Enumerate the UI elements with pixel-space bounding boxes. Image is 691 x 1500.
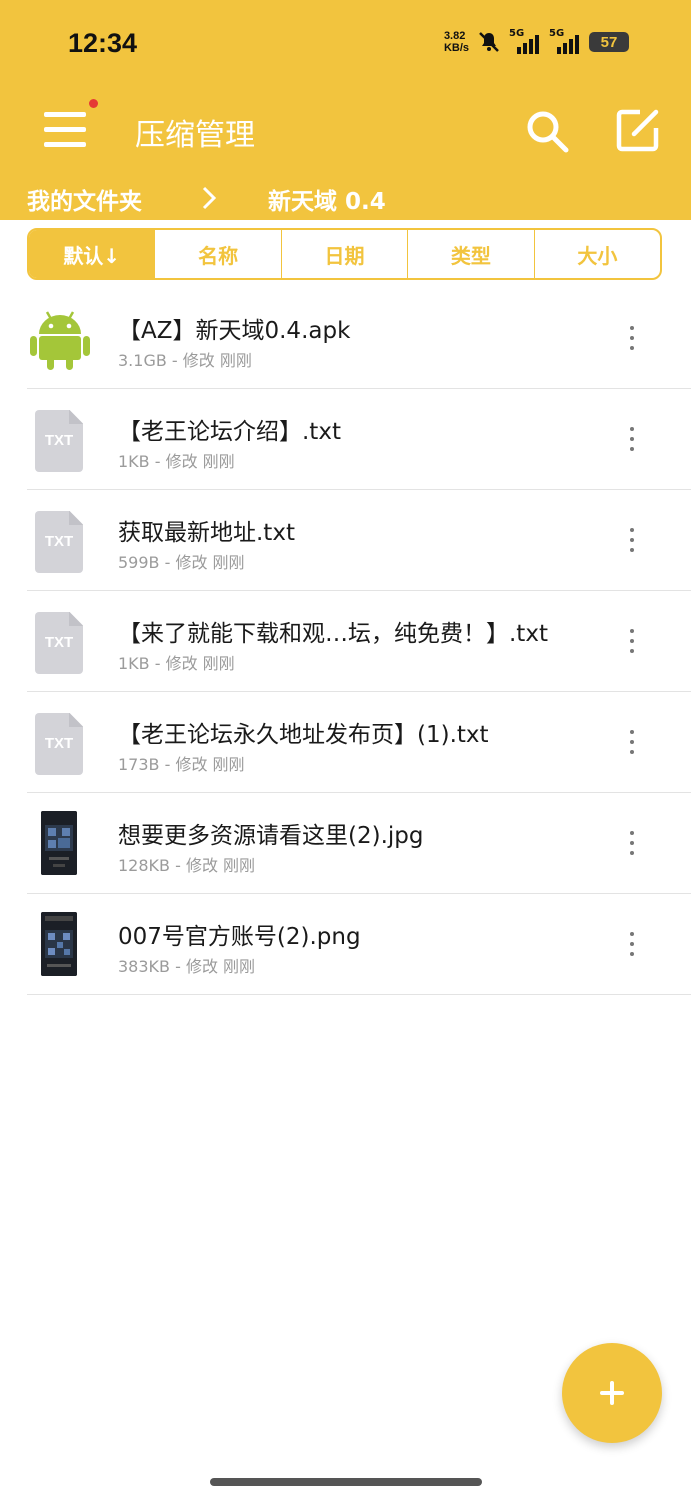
file-row[interactable]: TXT 获取最新地址.txt 599B - 修改 刚刚 bbox=[0, 490, 691, 591]
sort-tab-name[interactable]: 名称 bbox=[155, 230, 282, 278]
battery-icon: 57 bbox=[589, 32, 629, 52]
file-meta: 1KB - 修改 刚刚 bbox=[118, 452, 235, 471]
file-name: 【老王论坛永久地址发布页】(1).txt bbox=[118, 722, 489, 748]
network-speed-unit: KB/s bbox=[443, 42, 469, 54]
signal-sim1-icon: 5G bbox=[509, 28, 541, 54]
home-indicator[interactable] bbox=[210, 1478, 482, 1486]
file-row[interactable]: 【AZ】新天域0.4.apk 3.1GB - 修改 刚刚 bbox=[0, 288, 691, 389]
file-name: 获取最新地址.txt bbox=[118, 520, 295, 546]
file-meta: 1KB - 修改 刚刚 bbox=[118, 654, 235, 673]
txt-file-icon: TXT bbox=[35, 410, 83, 472]
search-icon[interactable] bbox=[524, 108, 570, 154]
breadcrumb-current[interactable]: 新天域 0.4 bbox=[268, 182, 386, 216]
menu-button[interactable] bbox=[44, 99, 98, 152]
more-options-icon[interactable] bbox=[624, 427, 640, 453]
sort-tab-default[interactable]: 默认↓ bbox=[29, 230, 156, 278]
file-name: 007号官方账号(2).png bbox=[118, 924, 361, 950]
more-options-icon[interactable] bbox=[624, 831, 640, 857]
network-speed-value: 3.82 bbox=[443, 30, 466, 42]
edit-icon[interactable] bbox=[616, 108, 660, 152]
mute-bell-icon bbox=[479, 32, 499, 52]
file-row[interactable]: TXT 【老王论坛永久地址发布页】(1).txt 173B - 修改 刚刚 bbox=[0, 692, 691, 793]
top-app-bar: 12:34 3.82 KB/s 5G 5G 57 压缩管理 我的文件夹 新天域 … bbox=[0, 0, 691, 220]
file-row[interactable]: 想要更多资源请看这里(2).jpg 128KB - 修改 刚刚 bbox=[0, 793, 691, 894]
more-options-icon[interactable] bbox=[624, 629, 640, 655]
file-name: 【来了就能下载和观…坛，纯免费！】.txt bbox=[118, 621, 548, 647]
more-options-icon[interactable] bbox=[624, 932, 640, 958]
breadcrumb-root[interactable]: 我的文件夹 bbox=[27, 182, 142, 216]
more-options-icon[interactable] bbox=[624, 528, 640, 554]
chevron-right-icon bbox=[202, 186, 217, 210]
txt-file-icon: TXT bbox=[35, 511, 83, 573]
more-options-icon[interactable] bbox=[624, 730, 640, 756]
notification-dot bbox=[89, 99, 98, 108]
signal-sim2-icon: 5G bbox=[549, 28, 581, 54]
sort-tab-size[interactable]: 大小 bbox=[535, 230, 660, 278]
image-thumbnail bbox=[41, 811, 77, 875]
more-options-icon[interactable] bbox=[624, 326, 640, 352]
sort-tab-type[interactable]: 类型 bbox=[408, 230, 535, 278]
file-meta: 3.1GB - 修改 刚刚 bbox=[118, 351, 252, 370]
divider bbox=[27, 994, 691, 995]
file-meta: 383KB - 修改 刚刚 bbox=[118, 957, 256, 976]
sort-tabs: 默认↓ 名称 日期 类型 大小 bbox=[27, 228, 662, 280]
sort-tab-date[interactable]: 日期 bbox=[282, 230, 409, 278]
file-name: 【老王论坛介绍】.txt bbox=[118, 419, 341, 445]
image-thumbnail bbox=[41, 912, 77, 976]
file-meta: 599B - 修改 刚刚 bbox=[118, 553, 245, 572]
file-name: 【AZ】新天域0.4.apk bbox=[118, 318, 351, 344]
android-icon bbox=[30, 311, 90, 370]
network-speed: 3.82 KB/s bbox=[444, 30, 469, 54]
file-row[interactable]: TXT 【来了就能下载和观…坛，纯免费！】.txt 1KB - 修改 刚刚 bbox=[0, 591, 691, 692]
file-meta: 173B - 修改 刚刚 bbox=[118, 755, 245, 774]
file-name: 想要更多资源请看这里(2).jpg bbox=[118, 823, 424, 849]
file-meta: 128KB - 修改 刚刚 bbox=[118, 856, 256, 875]
file-row[interactable]: TXT 【老王论坛介绍】.txt 1KB - 修改 刚刚 bbox=[0, 389, 691, 490]
file-row[interactable]: 007号官方账号(2).png 383KB - 修改 刚刚 bbox=[0, 894, 691, 995]
txt-file-icon: TXT bbox=[35, 612, 83, 674]
app-title: 压缩管理 bbox=[135, 118, 255, 153]
status-icons: 3.82 KB/s 5G 5G 57 bbox=[444, 28, 629, 54]
status-time: 12:34 bbox=[68, 28, 138, 58]
add-button[interactable] bbox=[562, 1343, 662, 1443]
txt-file-icon: TXT bbox=[35, 713, 83, 775]
hamburger-menu-icon bbox=[44, 112, 86, 117]
